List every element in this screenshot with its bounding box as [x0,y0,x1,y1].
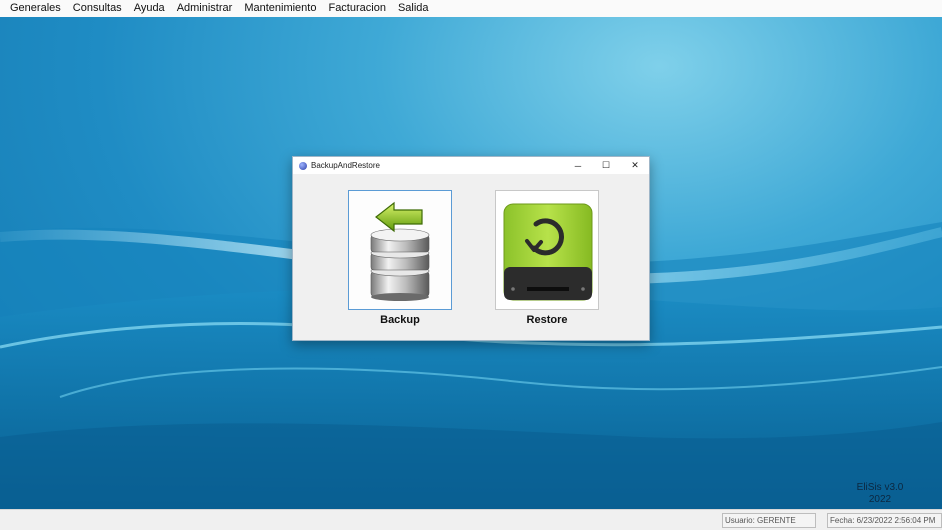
dialog-title: BackupAndRestore [311,161,380,170]
status-user: Usuario: GERENTE [722,513,816,528]
status-date: Fecha: 6/23/2022 2:56:04 PM [827,513,942,528]
restore-label: Restore [526,314,568,326]
menu-facturacion[interactable]: Facturacion [322,0,391,17]
maximize-button[interactable]: ☐ [592,157,620,174]
app-version: EliSis v3.0 [856,482,904,493]
backup-button[interactable] [348,190,452,310]
minimize-button[interactable]: ─ [564,157,592,174]
menu-salida[interactable]: Salida [392,0,435,17]
menu-bar: Generales Consultas Ayuda Administrar Ma… [0,0,942,17]
database-backup-icon [370,201,430,301]
menu-administrar[interactable]: Administrar [171,0,239,17]
drive-restore-icon [503,203,593,301]
menu-consultas[interactable]: Consultas [67,0,128,17]
app-version-label: EliSis v3.0 2022 [848,482,912,506]
restore-button[interactable] [495,190,599,310]
menu-ayuda[interactable]: Ayuda [128,0,171,17]
app-year: 2022 [868,494,892,505]
close-button[interactable]: ✕ [621,157,649,174]
backup-label: Backup [380,314,420,326]
dialog-titlebar[interactable]: BackupAndRestore ─ ☐ ✕ [293,157,649,174]
menu-generales[interactable]: Generales [4,0,67,17]
backup-restore-dialog: BackupAndRestore ─ ☐ ✕ Backup Restore [292,156,650,341]
status-bar: Usuario: GERENTE Fecha: 6/23/2022 2:56:0… [0,509,942,530]
menu-mantenimiento[interactable]: Mantenimiento [238,0,322,17]
app-globe-icon [299,161,307,170]
